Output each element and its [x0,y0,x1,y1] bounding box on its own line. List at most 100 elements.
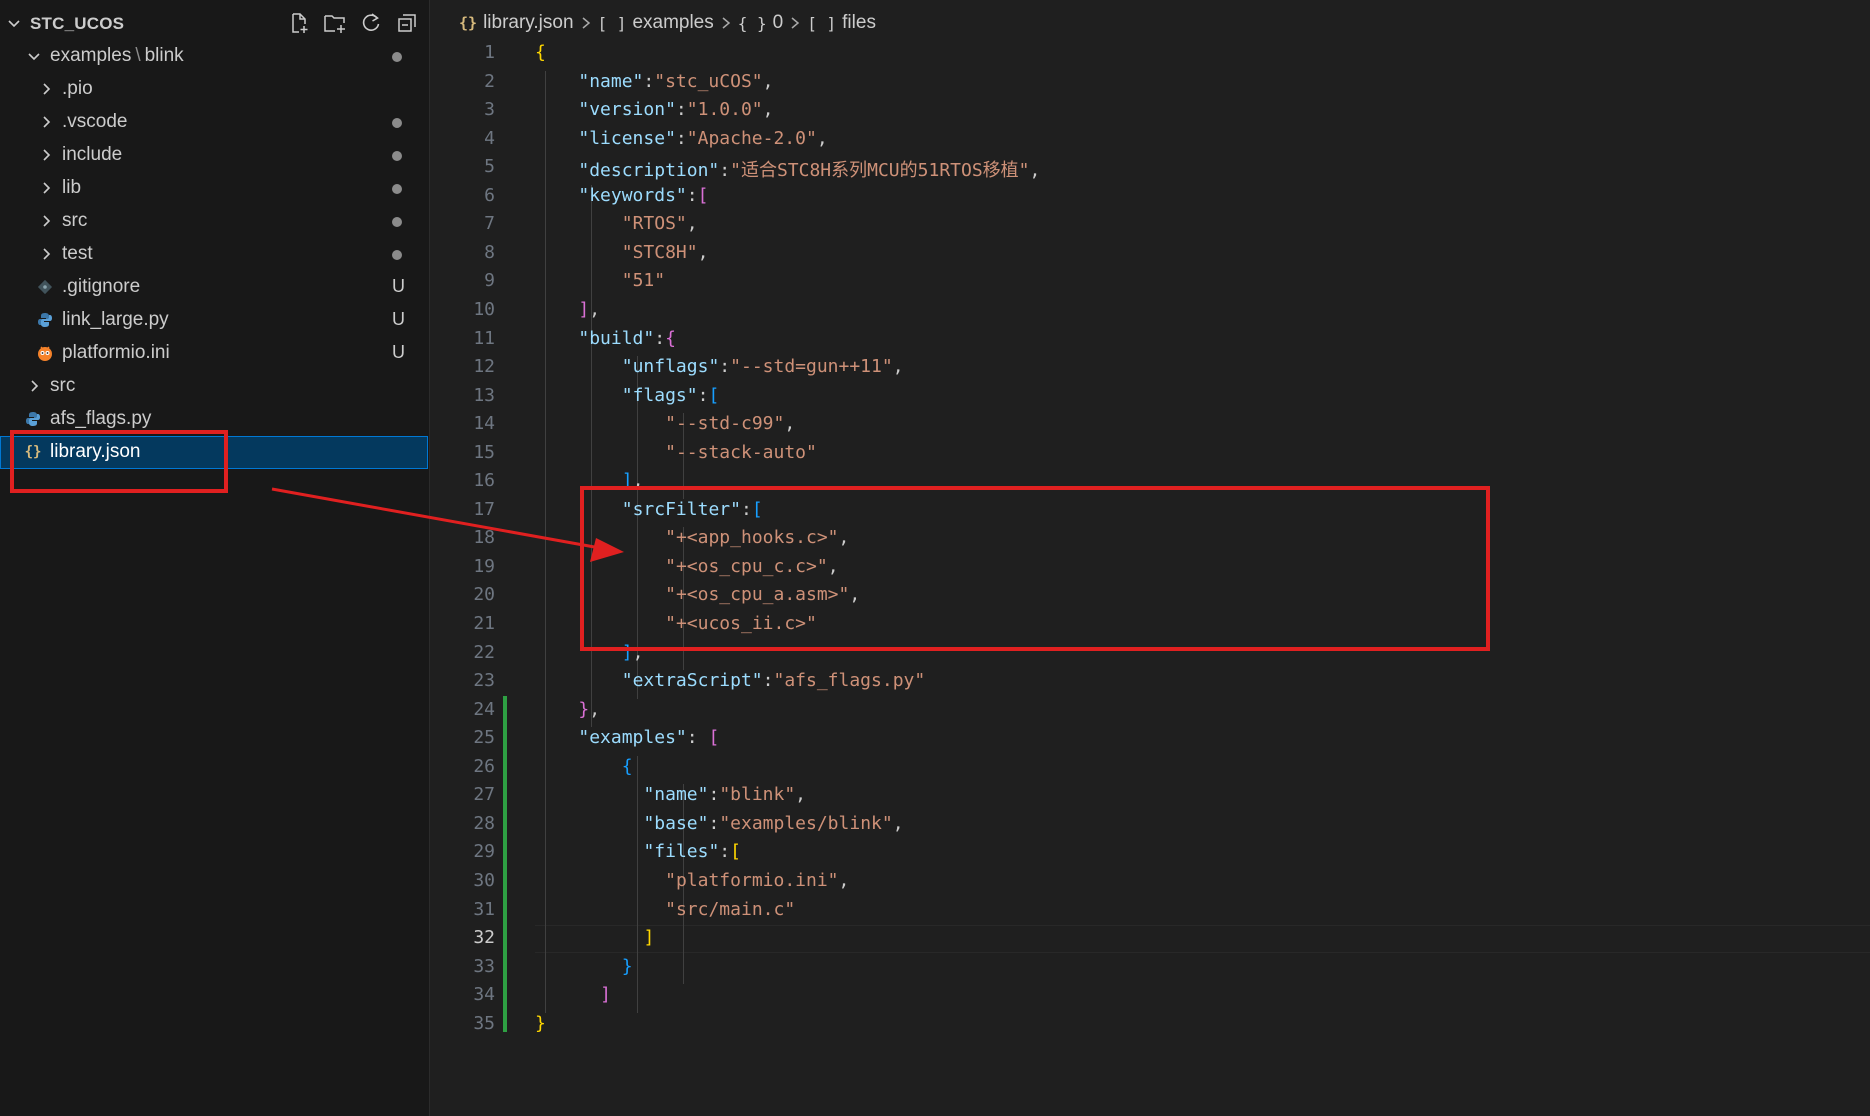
tree-item-test[interactable]: test [0,238,428,271]
code-line[interactable]: "platformio.ini", [535,870,849,891]
line-number: 4 [484,127,495,149]
current-line-highlight [535,925,1870,954]
line-number: 10 [473,298,495,320]
line-number: 15 [473,441,495,463]
explorer-header[interactable]: STC_UCOS [0,6,430,40]
tree-item-label: library.json [50,441,141,462]
python-icon [36,311,54,329]
code-line[interactable]: "description":"适合STC8H系列MCU的51RTOS移植", [535,156,1040,182]
line-number: 28 [473,812,495,834]
array-icon: [ ] [597,13,627,33]
breadcrumb: {} library.json [ ] examples { } 0 [ ] f… [459,8,876,38]
code-line[interactable]: } [535,1013,546,1034]
line-number: 30 [473,869,495,891]
chevron-right-icon [38,81,54,103]
new-folder-icon[interactable] [322,10,348,36]
tree-item-library-json[interactable]: {} library.json [0,436,428,469]
tree-item-vscode[interactable]: .vscode [0,106,428,139]
line-number: 26 [473,755,495,777]
code-line[interactable]: ], [535,299,600,320]
code-line[interactable]: "+<os_cpu_c.c>", [535,556,838,577]
code-line[interactable]: "files":[ [535,841,741,862]
code-line[interactable]: "+<app_hooks.c>", [535,527,849,548]
tree-item-label: platformio.ini [62,342,170,363]
code-line[interactable]: "flags":[ [535,385,720,406]
line-number: 31 [473,898,495,920]
breadcrumb-segment-0[interactable]: { } 0 [738,12,783,34]
code-line[interactable]: "build":{ [535,328,676,349]
tree-item-lib[interactable]: lib [0,172,428,205]
line-number: 20 [473,584,495,606]
tree-item-label: test [62,243,93,264]
code-line[interactable]: "name":"blink", [535,784,806,805]
code-line[interactable]: ] [535,984,611,1005]
untracked-badge: U [392,276,405,296]
code-line[interactable]: }, [535,699,600,720]
tree-item-label: lib [62,177,82,198]
code-line[interactable]: "src/main.c" [535,899,795,920]
line-number: 29 [473,841,495,863]
code-line[interactable]: "--stack-auto" [535,442,817,463]
code-line[interactable]: ], [535,642,644,663]
tree-item-examples-blink[interactable]: examples \ blink [0,40,428,73]
tree-item-platformio[interactable]: platformio.ini U [0,337,428,370]
code-line[interactable]: "examples": [ [535,727,719,748]
refresh-icon[interactable] [358,10,384,36]
breadcrumb-segment-examples[interactable]: [ ] examples [598,12,714,34]
path-separator: \ [135,45,141,66]
line-number: 32 [473,927,495,949]
code-line[interactable]: "name":"stc_uCOS", [535,71,773,92]
code-line[interactable]: "extraScript":"afs_flags.py" [535,670,925,691]
collapse-all-icon[interactable] [394,10,420,36]
tree-item-label: blink [144,45,184,66]
code-line[interactable]: "+<ucos_ii.c>" [535,613,817,634]
breadcrumb-segment-files[interactable]: [ ] files [807,12,876,34]
code-line[interactable]: { [535,42,546,63]
line-number: 22 [473,641,495,663]
line-number: 8 [484,241,495,263]
line-number: 23 [473,670,495,692]
line-number: 27 [473,784,495,806]
tree-item-label: src [50,375,76,396]
editor-pane: {} library.json [ ] examples { } 0 [ ] f… [431,0,1870,1116]
tree-item-label: .gitignore [62,276,141,297]
code-line[interactable]: { [535,756,633,777]
tree-item-pio[interactable]: .pio [0,73,428,106]
chevron-right-icon [26,378,42,400]
tree-item-link-large[interactable]: link_large.py U [0,304,428,337]
tree-item-gitignore[interactable]: .gitignore U [0,271,428,304]
line-number: 24 [473,698,495,720]
code-line[interactable]: "srcFilter":[ [535,499,763,520]
breadcrumb-file[interactable]: {} library.json [459,12,574,34]
code-line[interactable]: "STC8H", [535,242,709,263]
tree-item-label: src [62,210,88,231]
git-modified-gutter [503,695,507,1033]
line-number: 12 [473,356,495,378]
modified-dot [392,118,402,128]
code-line[interactable]: "RTOS", [535,213,698,234]
code-line[interactable]: } [535,956,633,977]
tree-item-label: .vscode [62,111,128,132]
code-line[interactable]: "license":"Apache-2.0", [535,128,827,149]
explorer-actions [286,10,420,36]
code-line[interactable]: ] [535,927,654,948]
tree-item-include[interactable]: include [0,139,428,172]
code-line[interactable]: "base":"examples/blink", [535,813,903,834]
tree-item-src-inner[interactable]: src [0,205,428,238]
code-line[interactable]: "51" [535,270,665,291]
line-number: 17 [473,498,495,520]
tree-item-src[interactable]: src [0,370,428,403]
code-line[interactable]: "--std-c99", [535,413,795,434]
new-file-icon[interactable] [286,10,312,36]
chevron-down-icon[interactable] [6,15,22,36]
line-number: 13 [473,384,495,406]
code-line[interactable]: "version":"1.0.0", [535,99,773,120]
platformio-icon [36,344,54,362]
untracked-badge: U [392,309,405,329]
code-line[interactable]: "+<os_cpu_a.asm>", [535,584,860,605]
line-number: 25 [473,727,495,749]
code-line[interactable]: "keywords":[ [535,185,708,206]
code-line[interactable]: "unflags":"--std=gun++11", [535,356,904,377]
code-line[interactable]: ], [535,470,644,491]
tree-item-afs-flags[interactable]: afs_flags.py [0,403,428,436]
